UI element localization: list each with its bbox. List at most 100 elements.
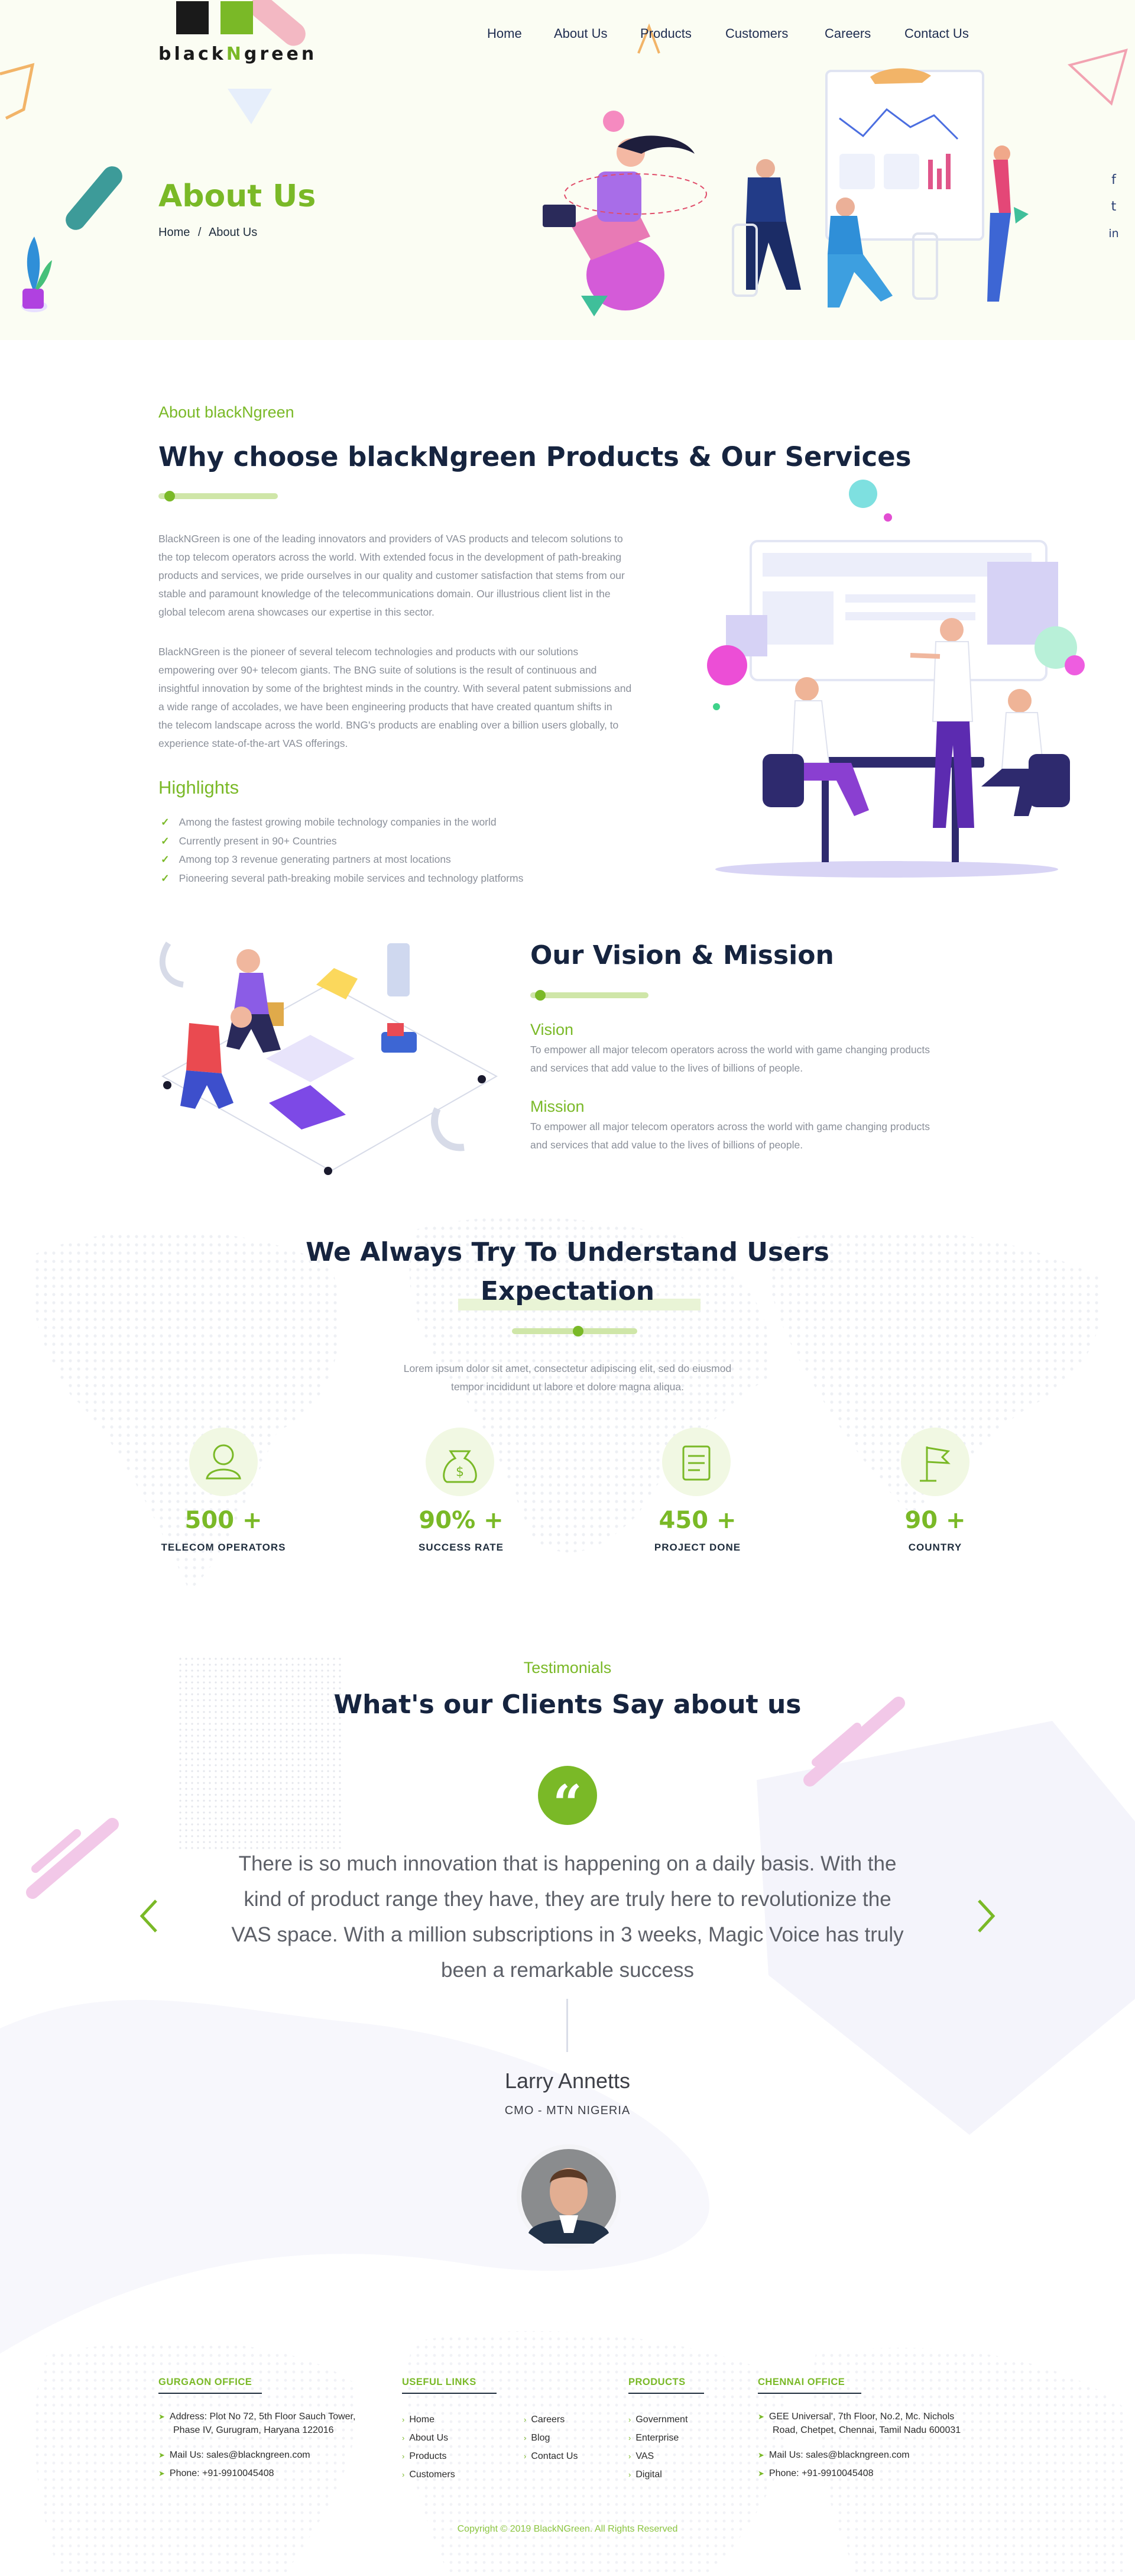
about-eyebrow: About blackNgreen	[158, 403, 294, 421]
check-icon: ✓	[161, 816, 170, 828]
footer-useful-links-title: USEFUL LINKS	[402, 2377, 476, 2387]
page-title: About Us	[158, 179, 316, 214]
about-p2-line: experience state-of-the-art VAS offering…	[158, 737, 348, 749]
footer-gurgaon-mail[interactable]: ➤ Mail Us: sales@blackngreen.com	[158, 2448, 310, 2462]
quote-icon: “	[538, 1766, 597, 1834]
check-icon: ✓	[161, 872, 170, 884]
vision-heading: Vision	[530, 1021, 574, 1038]
stats-subtitle-line: Lorem ipsum dolor sit amet, consectetur …	[403, 1363, 732, 1374]
footer-link-about-us[interactable]: › About Us	[402, 2431, 448, 2445]
footer-link-home[interactable]: › Home	[402, 2413, 434, 2426]
footer-link-careers[interactable]: › Careers	[524, 2413, 565, 2426]
facebook-icon[interactable]: f	[1107, 173, 1121, 187]
highlight-text: Currently present in 90+ Countries	[179, 835, 337, 847]
about-p1-line: the top telecom operators across the wor…	[158, 551, 622, 563]
footer-link-contact-us[interactable]: › Contact Us	[524, 2449, 578, 2463]
stats-title-line-2: Expectation	[480, 1276, 655, 1306]
testimonial-quote-line: VAS space. With a million subscriptions …	[231, 1923, 904, 1946]
about-p2-line: empowering over 90+ telecom giants. The …	[158, 664, 597, 676]
about-p1-line: BlackNGreen is one of the leading innova…	[158, 533, 623, 545]
nav-contact-us[interactable]: Contact Us	[904, 26, 969, 41]
footer-chennai-phone[interactable]: ➤ Phone: +91-9910045408	[758, 2467, 874, 2480]
highlight-text: Among the fastest growing mobile technol…	[179, 816, 497, 828]
footer-chennai-address-line: Road, Chetpet, Chennai, Tamil Nadu 60003…	[773, 2425, 961, 2435]
footer-product-government[interactable]: › Government	[628, 2413, 688, 2426]
nav-home[interactable]: Home	[487, 26, 522, 41]
footer-gurgaon-phone-text: Phone: +91-9910045408	[169, 2468, 274, 2478]
previous-arrow-icon[interactable]	[137, 1897, 161, 1935]
pink-triangle-outline	[1067, 48, 1128, 106]
stat-value-operators: 500 +	[184, 1507, 262, 1534]
testimonials-eyebrow: Testimonials	[523, 1659, 612, 1677]
about-p2-line: insightful innovation by some of the bri…	[158, 682, 632, 694]
footer-map-background	[34, 2331, 1123, 2576]
chevron-right-icon: ›	[402, 2433, 405, 2442]
stat-label-operators: TELECOM OPERATORS	[161, 1542, 286, 1553]
teal-pill-shape	[66, 166, 122, 230]
breadcrumb-home[interactable]: Home	[158, 226, 190, 239]
about-paragraph-1: BlackNGreen is one of the leading innova…	[158, 530, 685, 622]
chevron-right-icon: ›	[402, 2470, 405, 2479]
stat-icon-circle: $	[426, 1428, 494, 1496]
vision-title-underline	[530, 992, 648, 998]
footer-product-enterprise[interactable]: › Enterprise	[628, 2431, 679, 2445]
twitter-icon[interactable]: t	[1107, 199, 1121, 214]
about-p2-line: BlackNGreen is the pioneer of several te…	[158, 646, 579, 658]
next-arrow-icon[interactable]	[974, 1897, 998, 1935]
laptop-shape	[543, 205, 576, 227]
footer-link-text: Home	[409, 2415, 435, 2425]
vision-text-line: and services that add value to the lives…	[530, 1062, 803, 1074]
footer-chennai-address-line: GEE Universal', 7th Floor, No.2, Mc. Nic…	[768, 2412, 955, 2422]
mail-icon: ➤	[158, 2451, 165, 2460]
footer-product-vas[interactable]: › VAS	[628, 2449, 654, 2463]
stat-label-projects: PROJECT DONE	[654, 1542, 741, 1553]
about-p2-line: the telecom landscape across the world. …	[158, 719, 619, 731]
footer-gurgaon-title: GURGAON OFFICE	[158, 2377, 252, 2387]
stat-icon-circle	[189, 1428, 258, 1496]
flag-icon	[920, 1446, 951, 1482]
footer-useful-links-underline	[402, 2393, 497, 2394]
stats-subtitle: Lorem ipsum dolor sit amet, consectetur …	[272, 1360, 863, 1396]
footer-link-products[interactable]: › Products	[402, 2449, 446, 2463]
check-icon: ✓	[161, 835, 170, 847]
testimonials-title: What's our Clients Say about us	[333, 1690, 802, 1720]
footer-gurgaon-phone[interactable]: ➤ Phone: +91-9910045408	[158, 2467, 274, 2480]
logo-wordmark[interactable]: blackNgreen	[158, 44, 317, 64]
footer-product-digital[interactable]: › Digital	[628, 2468, 662, 2481]
footer-copyright: Copyright © 2019 BlackNGreen. All Rights…	[457, 2524, 678, 2534]
mission-text-line: and services that add value to the lives…	[530, 1139, 803, 1151]
linkedin-icon[interactable]: in	[1107, 227, 1121, 240]
nav-products[interactable]: Products	[640, 26, 692, 41]
nav-careers[interactable]: Careers	[825, 26, 871, 41]
footer-gurgaon-underline	[158, 2393, 262, 2394]
testimonial-author-role: CMO - MTN NIGERIA	[504, 2104, 631, 2117]
footer-link-blog[interactable]: › Blog	[524, 2431, 550, 2445]
highlights-title: Highlights	[158, 777, 239, 798]
stat-value-projects: 450 +	[659, 1507, 737, 1534]
footer-chennai-mail[interactable]: ➤ Mail Us: sales@blackngreen.com	[758, 2448, 910, 2462]
phone-icon: ➤	[158, 2469, 165, 2478]
testimonial-quote-line: kind of product range they have, they ar…	[244, 1888, 891, 1911]
footer-product-text: VAS	[635, 2451, 654, 2461]
nav-customers[interactable]: Customers	[725, 26, 788, 41]
footer-products-underline	[628, 2393, 704, 2394]
location-icon: ➤	[758, 2412, 764, 2421]
nav-about-us[interactable]: About Us	[554, 26, 608, 41]
testimonial-quote-line: There is so much innovation that is happ…	[238, 1852, 897, 1875]
blue-triangle-shape	[228, 89, 272, 124]
highlight-text: Pioneering several path-breaking mobile …	[179, 872, 524, 884]
chevron-right-icon: ›	[402, 2415, 405, 2424]
footer-chennai-phone-text: Phone: +91-9910045408	[768, 2468, 874, 2478]
stat-label-success: SUCCESS RATE	[419, 1542, 504, 1553]
testimonial-avatar	[517, 2144, 621, 2248]
clipboard-icon	[682, 1445, 711, 1481]
stat-value-country: 90 +	[904, 1507, 966, 1534]
logo-black-block	[176, 1, 209, 34]
logo[interactable]	[176, 1, 265, 34]
about-p1-line: products and services, we pride ourselve…	[158, 569, 625, 581]
about-paragraph-2: BlackNGreen is the pioneer of several te…	[158, 643, 685, 753]
vision-title-underline-dot	[535, 990, 546, 1001]
chevron-right-icon: ›	[524, 2433, 527, 2442]
footer-link-customers[interactable]: › Customers	[402, 2468, 455, 2481]
footer-gurgaon-address: ➤ Address: Plot No 72, 5th Floor Sauch To…	[158, 2410, 389, 2437]
